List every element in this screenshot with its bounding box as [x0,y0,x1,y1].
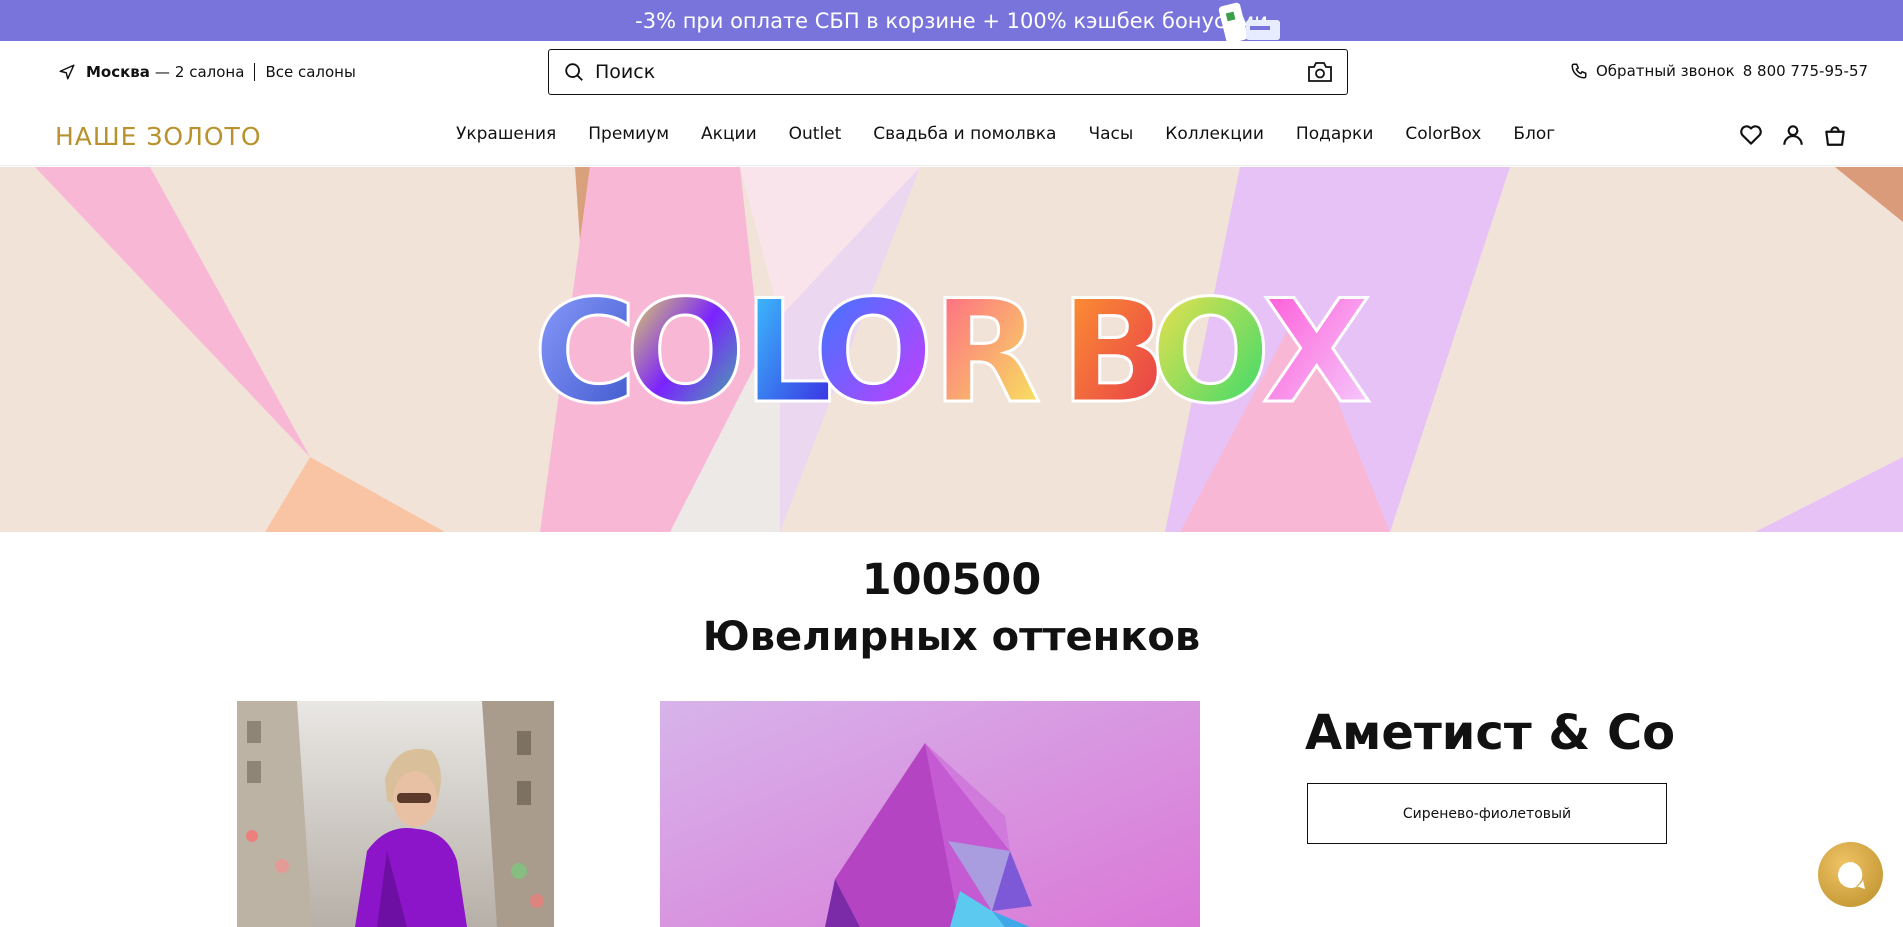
location-arrow-icon [59,64,75,80]
payment-phones-icon [1218,2,1280,42]
nav-item-watches[interactable]: Часы [1088,124,1133,144]
hero-letter: X [1262,270,1371,435]
all-salons-link[interactable]: Все салоны [265,63,355,81]
search-icon [565,63,583,81]
model-photo[interactable] [237,701,554,927]
hero-letter: O [1150,270,1271,435]
callback-phone[interactable]: 8 800 775-95-57 [1743,62,1868,80]
nav-item-blog[interactable]: Блог [1513,124,1555,144]
chat-bubble-icon [1837,861,1865,889]
callback-link[interactable]: Обратный звонок 8 800 775-95-57 [1570,62,1868,80]
nav-item-wedding[interactable]: Свадьба и помолвка [873,124,1056,144]
gem-art [660,701,1200,927]
search-box[interactable] [548,49,1348,95]
color-option-button[interactable]: Сиренево-фиолетовый [1307,783,1667,844]
hero-banner[interactable]: C O L O R B O X [0,167,1903,532]
hero-letter: R [932,270,1041,435]
chat-widget-button[interactable] [1818,842,1883,907]
colorbox-logo-art: C O L O R B O X [532,269,1373,437]
section-headline: 100500 Ювелирных оттенков [0,552,1903,666]
hero-letter: O [813,270,934,435]
city-name[interactable]: Москва [86,63,150,81]
top-bar: Москва — 2 салона Все салоны Обратный зв… [0,41,1903,104]
nav-item-jewelry[interactable]: Украшения [456,124,556,144]
shades-subtitle: Ювелирных оттенков [702,614,1201,660]
camera-icon[interactable] [1307,60,1333,84]
phone-icon [1571,63,1587,79]
shades-count: 100500 [861,555,1042,605]
main-navbar: НАШЕ ЗОЛОТО Украшения Премиум Акции Outl… [0,104,1903,166]
nav-item-outlet[interactable]: Outlet [789,124,842,144]
main-menu: Украшения Премиум Акции Outlet Свадьба и… [456,124,1555,144]
callback-label: Обратный звонок [1596,62,1735,80]
nav-item-sales[interactable]: Акции [701,124,757,144]
hero-letter: O [625,270,746,435]
model-photo-art [237,701,554,927]
promo-text: -3% при оплате СБП в корзине + 100% кэшб… [635,8,1268,33]
location-divider [254,63,256,81]
amethyst-gem-image[interactable] [660,701,1200,927]
location-selector[interactable]: Москва — 2 салона Все салоны [58,63,356,81]
bag-icon[interactable] [1822,122,1848,148]
promo-banner[interactable]: -3% при оплате СБП в корзине + 100% кэшб… [0,0,1903,42]
heart-icon[interactable] [1738,122,1764,148]
collection-title: Аметист & Co [1305,705,1676,761]
nav-item-gifts[interactable]: Подарки [1296,124,1373,144]
nav-item-premium[interactable]: Премиум [588,124,669,144]
location-dash: — [154,63,170,81]
brand-logo[interactable]: НАШЕ ЗОЛОТО [55,122,262,151]
user-icon[interactable] [1780,122,1806,148]
search-input[interactable] [595,61,1307,83]
salon-count[interactable]: 2 салона [175,63,245,81]
user-actions [1738,122,1848,148]
nav-item-colorbox[interactable]: ColorBox [1405,124,1481,144]
hero-letter: C [533,270,637,435]
nav-item-collections[interactable]: Коллекции [1165,124,1264,144]
